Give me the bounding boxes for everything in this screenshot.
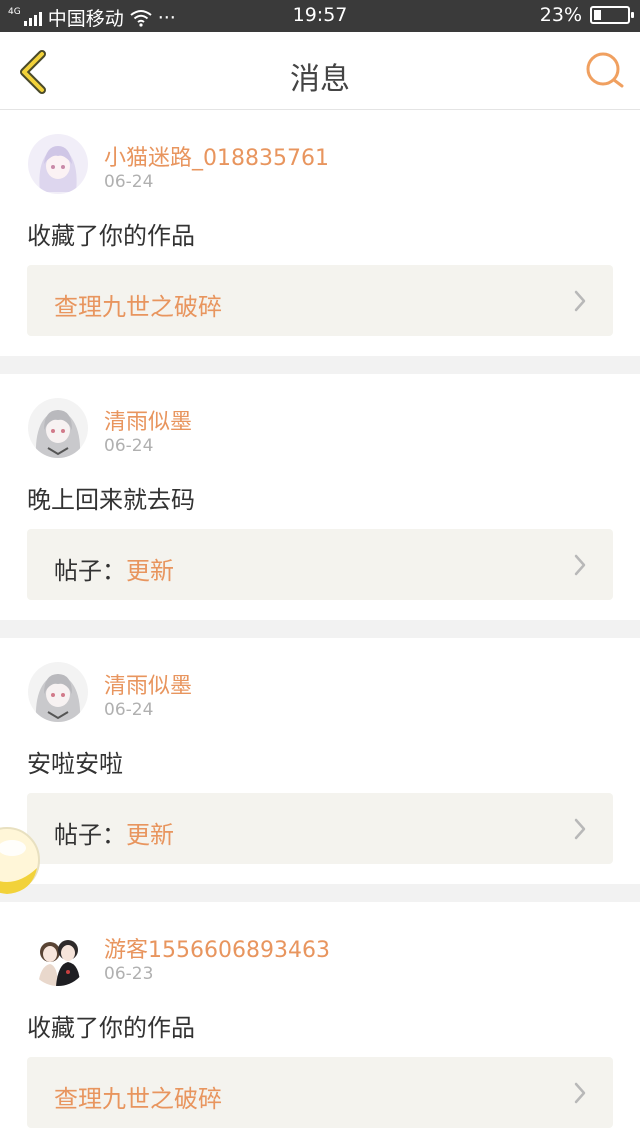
- user-avatar[interactable]: [28, 662, 88, 722]
- message-date: 06-24: [104, 436, 154, 456]
- status-right: 23%: [539, 4, 634, 26]
- message-text: 收藏了你的作品: [27, 222, 195, 250]
- status-bar: 4G 中国移动 ··· 19:57 23%: [0, 0, 640, 32]
- message-card: 清雨似墨 06-24 晚上回来就去码 帖子：更新: [0, 374, 640, 620]
- message-date: 06-23: [104, 964, 154, 984]
- nav-bar: 消息: [0, 32, 640, 110]
- floating-assistant-button[interactable]: [0, 818, 42, 898]
- message-text: 收藏了你的作品: [27, 1014, 195, 1042]
- chevron-right-icon: [574, 554, 586, 576]
- user-name[interactable]: 小猫迷路_018835761: [104, 140, 329, 172]
- page-title: 消息: [290, 62, 350, 97]
- card-divider: [0, 884, 640, 902]
- referenced-item-title: 查理九世之破碎: [54, 293, 222, 321]
- card-divider: [0, 620, 640, 638]
- referenced-item-text: 查理九世之破碎: [54, 1079, 222, 1114]
- referenced-item-text: 查理九世之破碎: [54, 287, 222, 322]
- user-avatar[interactable]: [28, 398, 88, 458]
- referenced-item-title: 查理九世之破碎: [54, 1085, 222, 1113]
- user-avatar[interactable]: [28, 926, 88, 986]
- message-list: 小猫迷路_018835761 06-24 收藏了你的作品 查理九世之破碎 清雨似…: [0, 110, 640, 1138]
- referenced-item-link[interactable]: 帖子：更新: [27, 793, 613, 864]
- message-card: 游客1556606893463 06-23 收藏了你的作品 查理九世之破碎: [0, 902, 640, 1138]
- referenced-item-prefix: 帖子：: [54, 557, 126, 585]
- message-text: 晚上回来就去码: [27, 486, 195, 514]
- search-button[interactable]: [584, 50, 626, 92]
- chevron-right-icon: [574, 818, 586, 840]
- referenced-item-title: 更新: [126, 821, 174, 849]
- search-icon: [586, 52, 624, 88]
- user-name[interactable]: 游客1556606893463: [104, 932, 330, 964]
- referenced-item-link[interactable]: 查理九世之破碎: [27, 1057, 613, 1128]
- referenced-item-link[interactable]: 查理九世之破碎: [27, 265, 613, 336]
- referenced-item-prefix: 帖子：: [54, 821, 126, 849]
- referenced-item-link[interactable]: 帖子：更新: [27, 529, 613, 600]
- referenced-item-text: 帖子：更新: [54, 815, 174, 850]
- message-card: 清雨似墨 06-24 安啦安啦 帖子：更新: [0, 638, 640, 884]
- referenced-item-title: 更新: [126, 557, 174, 585]
- battery-fill: [594, 10, 601, 20]
- chevron-right-icon: [574, 1082, 586, 1104]
- user-avatar[interactable]: [28, 134, 88, 194]
- battery-percent: 23%: [539, 4, 582, 26]
- message-date: 06-24: [104, 700, 154, 720]
- message-date: 06-24: [104, 172, 154, 192]
- referenced-item-text: 帖子：更新: [54, 551, 174, 586]
- card-divider: [0, 356, 640, 374]
- message-text: 安啦安啦: [27, 750, 123, 778]
- user-name[interactable]: 清雨似墨: [104, 404, 192, 436]
- chevron-right-icon: [574, 290, 586, 312]
- message-card: 小猫迷路_018835761 06-24 收藏了你的作品 查理九世之破碎: [0, 110, 640, 356]
- user-name[interactable]: 清雨似墨: [104, 668, 192, 700]
- floating-ball-icon: [0, 827, 40, 894]
- battery-icon: [590, 6, 634, 24]
